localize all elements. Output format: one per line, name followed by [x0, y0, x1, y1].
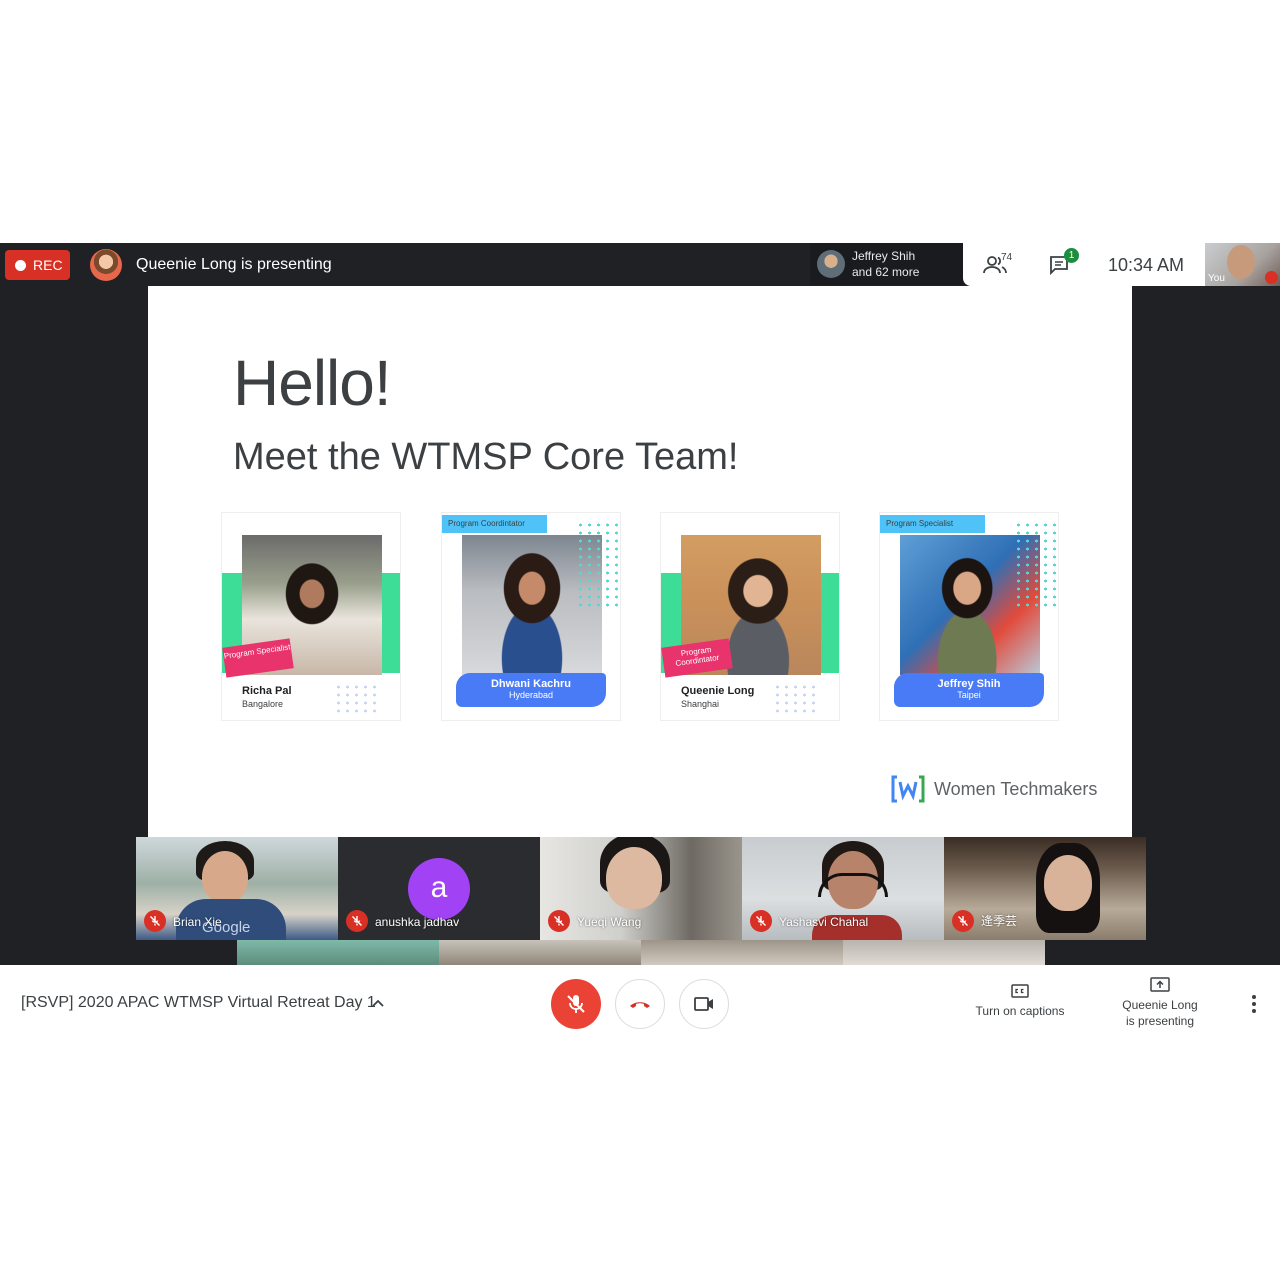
team-card: Program Specialist Richa Pal Bangalore: [221, 512, 401, 721]
presentation-slide: Hello! Meet the WTMSP Core Team! Program…: [148, 286, 1132, 837]
mic-off-icon: [144, 910, 166, 932]
brand-name: Women Techmakers: [934, 778, 1098, 799]
wtm-logo-icon: [891, 775, 925, 803]
self-face: [1227, 245, 1255, 279]
mic-off-icon: [548, 910, 570, 932]
presenting-status: Queenie Long is presenting: [136, 256, 332, 273]
participant-row-2: [237, 940, 1045, 965]
participant-name: Brian Xie: [173, 915, 222, 929]
mic-off-icon: [346, 910, 368, 932]
mic-toggle-button[interactable]: [551, 979, 601, 1029]
record-dot-icon: [15, 259, 26, 271]
participant-tile[interactable]: Yashasvi Chahal: [742, 837, 944, 940]
more-options-icon[interactable]: [1244, 993, 1264, 1015]
clock: 10:34 AM: [1108, 255, 1185, 275]
team-card: Program Specialist Jeffrey Shih Taipei: [879, 512, 1059, 721]
join-notification: Jeffrey Shih and 62 more: [810, 243, 963, 285]
control-bar: [RSVP] 2020 APAC WTMSP Virtual Retreat D…: [0, 965, 1280, 1043]
participant-name: anushka jadhav: [375, 915, 460, 929]
mic-off-icon: [750, 910, 772, 932]
participant-tile[interactable]: 逄季芸: [944, 837, 1146, 940]
team-card: Program Coordintator Dhwani Kachru Hyder…: [441, 512, 621, 721]
dot-pattern: [1014, 521, 1056, 611]
join-more: and 62 more: [852, 265, 920, 279]
top-right-panel: 74 1 10:34 AM: [963, 243, 1205, 286]
team-role: Program Specialist: [880, 515, 985, 533]
participant-avatar: a: [408, 858, 470, 920]
chevron-up-icon[interactable]: [370, 995, 386, 1011]
captions-icon: [1011, 984, 1029, 998]
dot-pattern: [773, 683, 815, 713]
team-name: Queenie Long: [681, 685, 755, 697]
present-button[interactable]: Queenie Long is presenting: [1110, 977, 1210, 1029]
team-city: Hyderabad: [508, 690, 554, 700]
team-role: Program Coordintator: [442, 515, 547, 533]
team-card: Program Coordintator Queenie Long Shangh…: [660, 512, 840, 721]
participant-tile[interactable]: Yueqi Wang: [540, 837, 742, 940]
meeting-title[interactable]: [RSVP] 2020 APAC WTMSP Virtual Retreat D…: [21, 994, 376, 1012]
participant-tile[interactable]: Google Brian Xie: [136, 837, 338, 940]
end-call-icon: [630, 1002, 650, 1008]
camera-icon: [694, 997, 713, 1011]
join-name: Jeffrey Shih: [852, 249, 916, 263]
camera-toggle-button[interactable]: [679, 979, 729, 1029]
team-city: Bangalore: [242, 699, 284, 709]
team-name: Richa Pal: [242, 685, 292, 697]
captions-label: Turn on captions: [975, 1004, 1065, 1018]
recording-badge: REC: [5, 250, 70, 280]
participant-tile[interactable]: a anushka jadhav: [338, 837, 540, 940]
team-city: Shanghai: [681, 699, 720, 709]
recording-label: REC: [33, 257, 63, 273]
participant-name: 逄季芸: [981, 914, 1018, 928]
slide-subtitle: Meet the WTMSP Core Team!: [233, 436, 739, 478]
present-screen-icon: [1150, 977, 1170, 992]
present-label-line1: Queenie Long: [1122, 998, 1198, 1012]
self-view-tile[interactable]: You: [1205, 243, 1280, 286]
team-nameplate: Dhwani Kachru Hyderabad: [456, 673, 606, 707]
chat-badge: 1: [1064, 248, 1079, 263]
people-count: 74: [1001, 252, 1013, 263]
mic-off-icon: [567, 995, 585, 1013]
women-techmakers-logo: Women Techmakers: [891, 775, 1097, 803]
participant-name: Yashasvi Chahal: [779, 915, 869, 929]
self-mic-off-icon: [1265, 271, 1278, 284]
dot-pattern: [334, 683, 376, 713]
team-city: Taipei: [957, 690, 981, 700]
join-avatar: [817, 250, 845, 278]
leave-call-button[interactable]: [615, 979, 665, 1029]
team-nameplate: Jeffrey Shih Taipei: [894, 673, 1044, 707]
present-label-line2: is presenting: [1125, 1014, 1195, 1028]
meet-window: REC Queenie Long is presenting Jeffrey S…: [0, 243, 1280, 965]
captions-button[interactable]: Turn on captions: [960, 983, 1080, 1019]
dot-pattern: [576, 521, 618, 611]
slide-title: Hello!: [233, 347, 392, 419]
presenter-avatar: [90, 249, 122, 281]
mic-off-icon: [952, 910, 974, 932]
self-label: You: [1208, 273, 1225, 284]
team-name: Dhwani Kachru: [490, 678, 572, 690]
team-name: Jeffrey Shih: [937, 678, 1001, 690]
participant-name: Yueqi Wang: [577, 915, 642, 929]
